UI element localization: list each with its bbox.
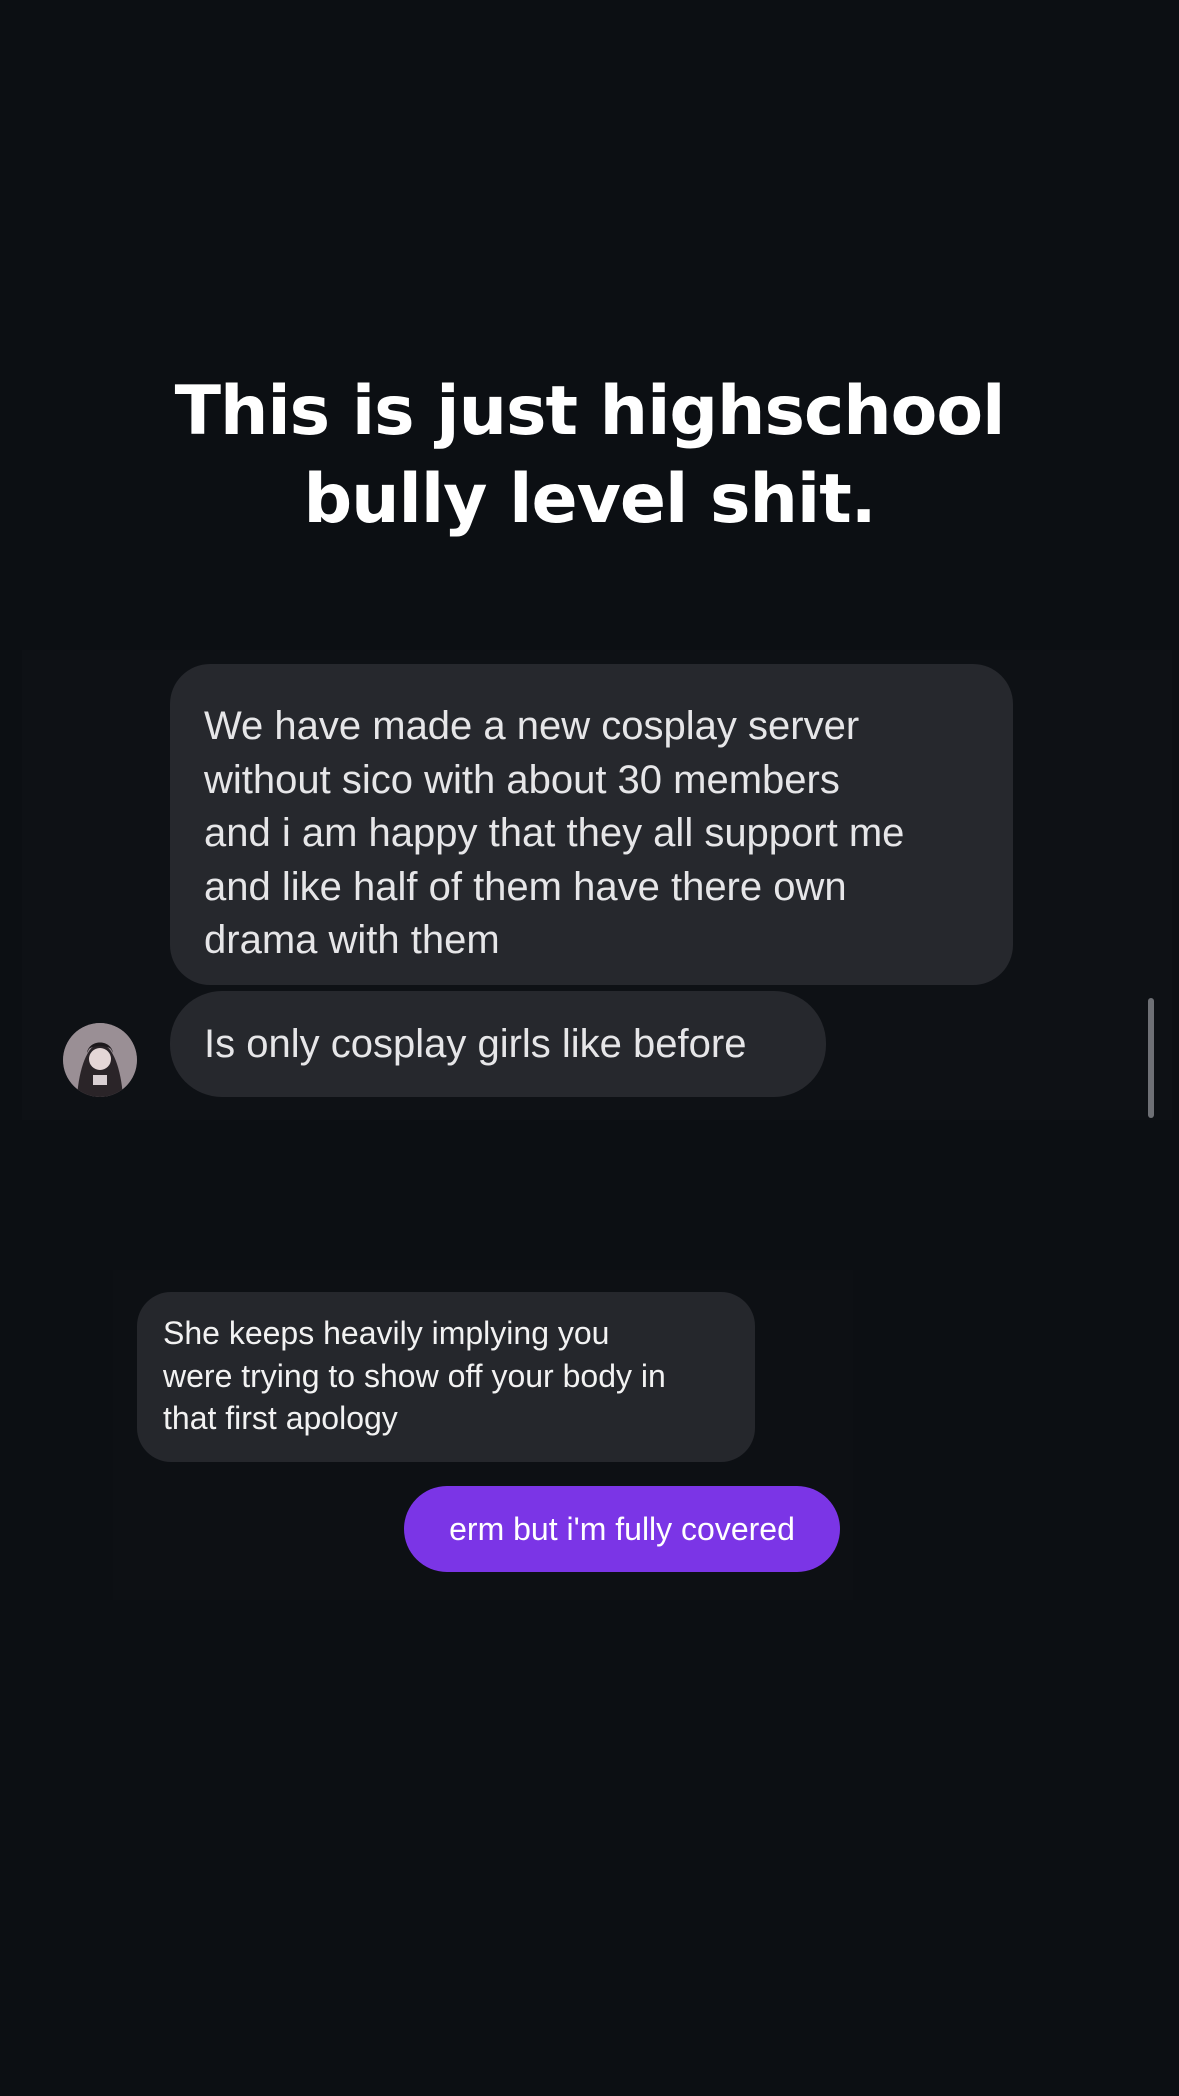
received-message-bubble: She keeps heavily implying you were tryi… xyxy=(137,1292,755,1462)
received-message-bubble: We have made a new cosplay server withou… xyxy=(170,664,1013,985)
caption-line-2: bully level shit. xyxy=(303,460,876,539)
scrollbar[interactable] xyxy=(1148,998,1154,1118)
chat-screenshot-2: She keeps heavily implying you were tryi… xyxy=(113,1270,853,1600)
message-line: without sico with about 30 members xyxy=(204,757,840,802)
caption-text: This is just highschool bully level shit… xyxy=(0,368,1179,544)
message-line: We have made a new cosplay server xyxy=(204,704,860,748)
message-line: drama with them xyxy=(204,918,500,962)
message-line: were trying to show off your body in xyxy=(163,1357,666,1394)
avatar-image-icon xyxy=(63,1023,137,1097)
message-line: and i am happy that they all support me xyxy=(204,811,905,855)
caption-line-1: This is just highschool xyxy=(174,372,1006,451)
sent-message-bubble: erm but i'm fully covered xyxy=(404,1486,840,1572)
message-line: that first apology xyxy=(163,1400,398,1436)
chat-screenshot-1: We have made a new cosplay server withou… xyxy=(22,650,1172,1120)
received-message-bubble: Is only cosplay girls like before xyxy=(170,991,826,1097)
avatar[interactable] xyxy=(63,1023,137,1097)
message-line: and like half of them have there own xyxy=(204,864,847,909)
message-line: She keeps heavily implying you xyxy=(163,1315,610,1351)
